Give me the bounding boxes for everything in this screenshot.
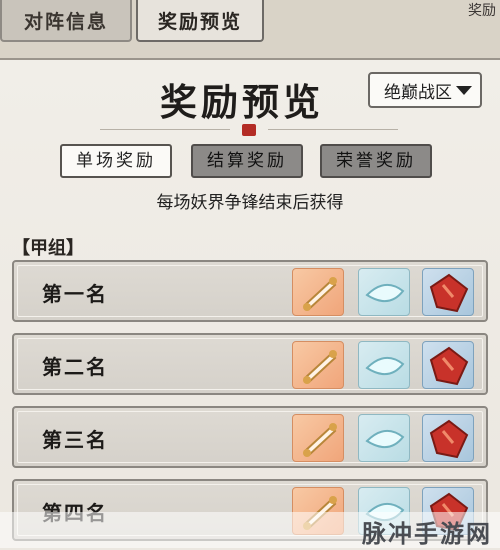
reward-row: 第三名 xyxy=(12,406,488,468)
seal-icon xyxy=(242,124,256,136)
single-match-reward-button[interactable]: 单场奖励 xyxy=(60,144,172,178)
reward-row: 第二名 xyxy=(12,333,488,395)
settlement-reward-button[interactable]: 结算奖励 xyxy=(191,144,303,178)
red-crystal-icon[interactable] xyxy=(422,268,474,316)
jade-item-icon[interactable] xyxy=(358,414,410,462)
rank-label: 第三名 xyxy=(42,428,108,452)
scroll-item-icon[interactable] xyxy=(292,414,344,462)
rank-label: 第二名 xyxy=(42,355,108,379)
watermark-text: 脉冲手游网 xyxy=(362,520,492,548)
tab-bar: 对阵信息 奖励预览 奖励 xyxy=(0,0,500,44)
red-crystal-icon[interactable] xyxy=(422,414,474,462)
region-dropdown[interactable]: 绝巅战区 xyxy=(368,72,482,108)
reward-panel: 奖励预览 绝巅战区 单场奖励 结算奖励 荣誉奖励 每场妖界争锋结束后获得 【甲组… xyxy=(0,58,500,550)
group-label: 【甲组】 xyxy=(12,238,84,259)
jade-item-icon[interactable] xyxy=(358,268,410,316)
scroll-item-icon[interactable] xyxy=(292,268,344,316)
triangle-down-icon xyxy=(456,86,472,95)
honor-reward-button[interactable]: 荣誉奖励 xyxy=(320,144,432,178)
jade-item-icon[interactable] xyxy=(358,341,410,389)
watermark-banner: 脉冲手游网 xyxy=(0,512,500,548)
tab-match-info[interactable]: 对阵信息 xyxy=(0,0,132,42)
page-title: 奖励预览 xyxy=(160,80,324,124)
scroll-item-icon[interactable] xyxy=(292,341,344,389)
divider-right xyxy=(268,129,398,130)
rank-label: 第一名 xyxy=(42,282,108,306)
region-dropdown-label: 绝巅战区 xyxy=(384,82,452,103)
tab-reward-preview[interactable]: 奖励预览 xyxy=(136,0,264,42)
reward-row: 第一名 xyxy=(12,260,488,322)
divider-left xyxy=(100,129,230,130)
red-crystal-icon[interactable] xyxy=(422,341,474,389)
corner-text: 奖励 xyxy=(468,3,496,19)
reward-description: 每场妖界争锋结束后获得 xyxy=(156,193,344,213)
